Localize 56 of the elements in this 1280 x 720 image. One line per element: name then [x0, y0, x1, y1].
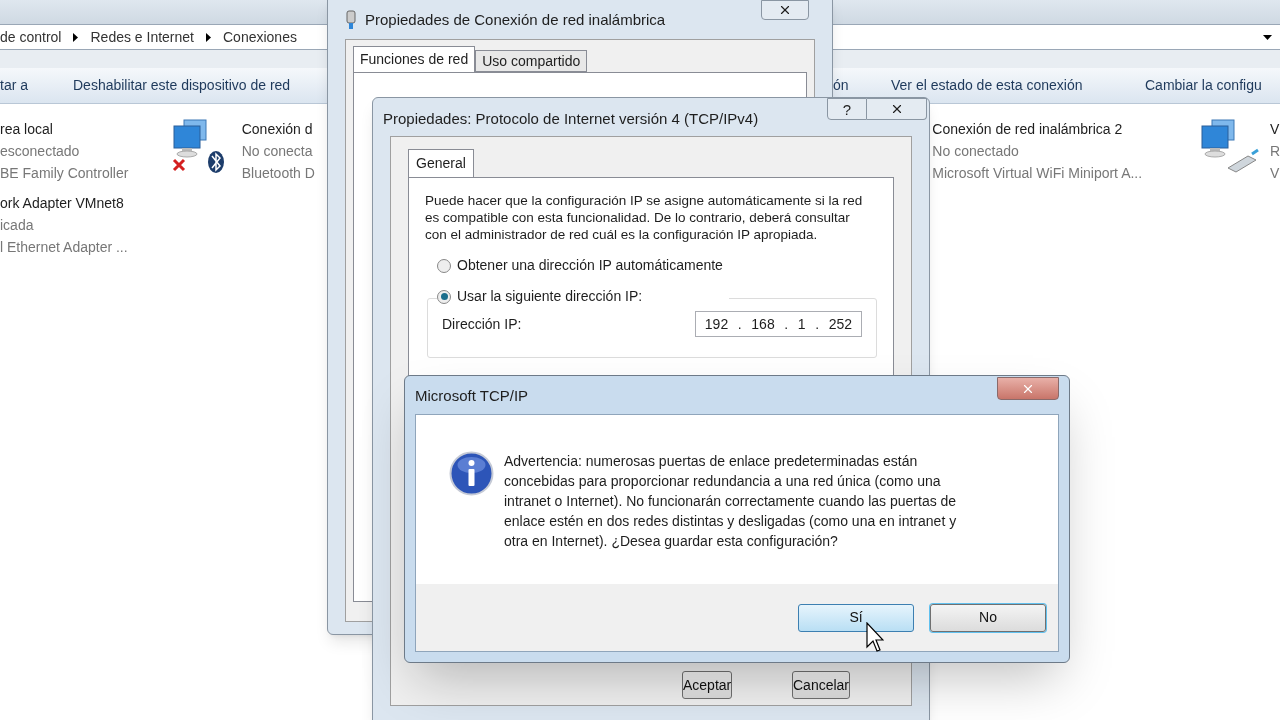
adapter-status: esconectado: [0, 142, 81, 161]
toolbar-item[interactable]: tar a: [0, 75, 73, 96]
ok-button[interactable]: Aceptar: [682, 671, 733, 699]
adapter-device: BE Family Controller: [0, 164, 129, 183]
adapter-device: l Ethernet Adapter ...: [0, 238, 128, 257]
field-label: Dirección IP:: [442, 314, 522, 334]
octet-separator: .: [737, 314, 742, 334]
toolbar-item[interactable]: Cambiar la configu: [1145, 75, 1262, 96]
adapter-name[interactable]: rea local: [0, 118, 129, 140]
radio-button[interactable]: [437, 258, 451, 273]
dropdown-caret-icon[interactable]: [1263, 34, 1272, 40]
radio-button[interactable]: [437, 289, 451, 304]
octet-separator: .: [815, 314, 820, 334]
adapter-status: icada: [0, 216, 35, 235]
breadcrumb-item[interactable]: de control: [0, 26, 62, 48]
tab[interactable]: General: [408, 149, 474, 177]
window-title: Microsoft TCP/IP: [415, 386, 529, 406]
tab[interactable]: Uso compartido: [475, 50, 588, 72]
ip-octet: 252: [828, 314, 853, 334]
close-button[interactable]: [997, 377, 1059, 400]
breadcrumb-item[interactable]: Redes e Internet: [90, 26, 194, 48]
breadcrumb-item[interactable]: Conexiones: [223, 26, 297, 48]
adapter-status: No conectado: [932, 142, 1020, 161]
yes-button[interactable]: Sí: [798, 603, 914, 632]
adapter-status: R: [1269, 142, 1280, 161]
close-button[interactable]: [867, 98, 927, 120]
adapter-status: No conecta: [241, 142, 314, 161]
info-icon: [449, 451, 494, 496]
close-button[interactable]: [761, 0, 809, 20]
cancel-button[interactable]: Cancelar: [792, 671, 851, 699]
breadcrumb-arrow-icon: [73, 32, 79, 42]
adapter-device: Bluetooth D: [241, 164, 315, 183]
no-button[interactable]: No: [930, 603, 1046, 632]
toolbar-item[interactable]: Ver el estado de esta conexión: [891, 75, 1145, 96]
warning-message: Advertencia: numerosas puertas de enlace predeterminadas están concebidas para proporcionar redundancia a una red única (como una intranet o Internet). No funcionarán correctamente cuando las puertas de enlace estén en dos redes distintas y desligadas (como una en intranet y otra en Internet). ¿Desea guardar esta configuración?: [504, 452, 958, 551]
breadcrumb-arrow-icon: [206, 32, 211, 42]
tab[interactable]: Funciones de red: [353, 46, 476, 72]
ip-octet: 168: [751, 314, 775, 334]
network-adapter-icon: [345, 10, 357, 30]
help-button[interactable]: ?: [827, 98, 867, 120]
octet-separator: .: [784, 314, 789, 334]
radio-option[interactable]: Obtener una dirección IP automáticamente: [437, 255, 723, 276]
ip-octet: 1: [797, 314, 806, 334]
ip-octet: 192: [704, 314, 729, 334]
radio-option[interactable]: Usar la siguiente dirección IP:: [437, 286, 723, 307]
adapter-name[interactable]: Conexión d: [241, 118, 315, 140]
window-title: Propiedades: Protocolo de Internet versión 4 (TCP/IPv4): [383, 109, 759, 129]
adapter-name[interactable]: V: [1269, 118, 1280, 140]
adapter-device: V: [1269, 164, 1280, 183]
close-icon: [778, 3, 792, 17]
toolbar-item[interactable]: ón: [833, 75, 891, 96]
adapter-name[interactable]: ork Adapter VMnet8: [0, 192, 128, 214]
adapter-name[interactable]: Conexión de red inalámbrica 2: [932, 118, 1143, 140]
description-text: Puede hacer que la configuración IP se asigne automáticamente si la red es compatible con esta funcionalidad. De lo contrario, deberá consultar con el administrador de red cuál es la configuración IP apropiada.: [425, 192, 864, 243]
adapter-device: Microsoft Virtual WiFi Miniport A...: [932, 164, 1143, 183]
ip-address-field[interactable]: 192 . 168 . 1 . 252: [695, 311, 862, 337]
